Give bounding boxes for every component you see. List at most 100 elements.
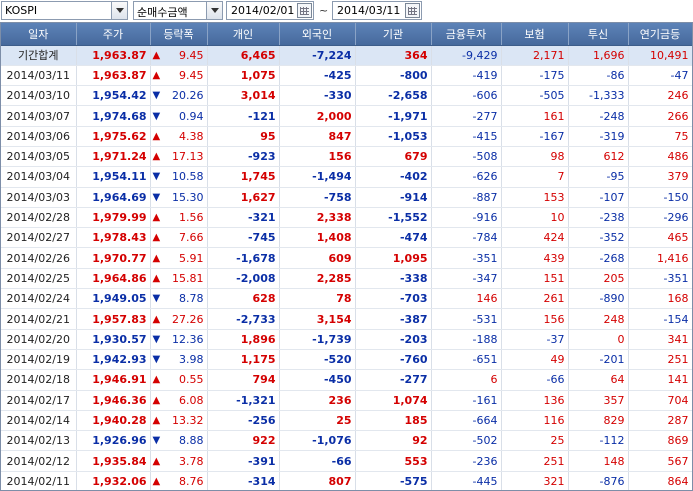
metric-select-value: 순매수금액: [137, 6, 188, 19]
table-row[interactable]: 2014/03/10 1,954.42 ▼ 20.26 3,014 -330 -2,658-…: [1, 85, 692, 107]
pension-cell: 341: [628, 329, 692, 350]
table-row[interactable]: 2014/02/25 1,964.86 ▲ 15.81 -2,008 2,285 -338-…: [1, 268, 692, 290]
date-cell: 2014/03/06: [1, 126, 77, 147]
change-cell: ▲ 5.91: [150, 247, 208, 269]
change-value: 13.32: [172, 413, 204, 427]
individual-cell: 1,075: [207, 65, 280, 87]
calendar-icon[interactable]: [405, 3, 420, 18]
triangle-up-icon: ▲: [152, 455, 161, 467]
change-cell: ▼ 3.98: [150, 349, 208, 371]
table-row[interactable]: 2014/02/21 1,957.83 ▲ 27.26 -2,733 3,154 -387-…: [1, 308, 692, 330]
col-header-foreign[interactable]: 외국인: [279, 23, 356, 46]
col-header-trust[interactable]: 투신: [568, 23, 629, 46]
investor-trading-grid[interactable]: 일자 주가 등락폭 개인 외국인 기관 금융투자 보험 투신 연기금등 기간합계…: [0, 22, 693, 491]
table-row[interactable]: 2014/02/28 1,979.99 ▲ 1.56 -321 2,338 -1,552 -9…: [1, 207, 692, 229]
chevron-down-icon[interactable]: [111, 2, 127, 19]
trust-cell: 148: [568, 450, 629, 472]
foreign-cell: 78: [279, 288, 356, 310]
table-row[interactable]: 2014/02/27 1,978.43 ▲ 7.66 -745 1,408 -474 -784…: [1, 227, 692, 249]
institution-cell: -474: [355, 227, 432, 249]
trust-cell: -95: [568, 166, 629, 188]
change-value: 7.66: [179, 231, 204, 245]
financial-investment-cell: -626: [431, 166, 502, 188]
table-row[interactable]: 2014/03/05 1,971.24 ▲ 17.13 -923 156 679 -508 98…: [1, 146, 692, 168]
col-header-insurance[interactable]: 보험: [501, 23, 569, 46]
foreign-cell: 609: [279, 247, 356, 269]
col-header-individual[interactable]: 개인: [207, 23, 280, 46]
institution-cell: -277: [355, 369, 432, 391]
triangle-up-icon: ▲: [152, 414, 161, 426]
individual-cell: 95: [207, 126, 280, 147]
table-row[interactable]: 2014/03/07 1,974.68 ▼ 0.94 -121 2,000 -1,971 -2…: [1, 105, 692, 127]
col-header-financial-investment[interactable]: 금융투자: [431, 23, 502, 46]
col-header-institution[interactable]: 기관: [355, 23, 432, 46]
table-row[interactable]: 2014/02/12 1,935.84 ▲ 3.78 -391 -66 553 -236 251…: [1, 450, 692, 472]
foreign-cell: -1,076: [279, 430, 356, 452]
table-row[interactable]: 2014/03/06 1,975.62 ▲ 4.38 95 847 -1,053 -415 -1…: [1, 126, 692, 147]
table-row[interactable]: 2014/03/03 1,964.69 ▼ 15.30 1,627 -758 -914 -88…: [1, 187, 692, 208]
price-cell: 1,970.77: [76, 247, 151, 269]
triangle-down-icon: ▼: [152, 110, 161, 122]
financial-investment-cell: 6: [431, 369, 502, 391]
col-header-change[interactable]: 등락폭: [150, 23, 208, 46]
change-cell: ▲ 4.38: [150, 126, 208, 147]
trust-cell: 357: [568, 390, 629, 411]
table-row[interactable]: 2014/02/13 1,926.96 ▼ 8.88 922 -1,076 92 -502 25…: [1, 430, 692, 452]
triangle-up-icon: ▲: [152, 69, 161, 81]
institution-cell: -703: [355, 288, 432, 310]
institution-cell: 679: [355, 146, 432, 168]
metric-select[interactable]: 순매수금액: [133, 1, 223, 20]
start-date-field[interactable]: 2014/02/01: [226, 1, 314, 20]
start-date-value: 2014/02/01: [231, 4, 295, 17]
total-row[interactable]: 기간합계 1,963.87 ▲ 9.45 6,465 -7,224 364 -9,429 2,1…: [1, 45, 692, 66]
table-row[interactable]: 2014/03/04 1,954.11 ▼ 10.58 1,745 -1,494 -402-…: [1, 166, 692, 188]
financial-investment-cell: -419: [431, 65, 502, 87]
price-cell: 1,975.62: [76, 126, 151, 147]
change-value: 12.36: [172, 332, 204, 346]
market-select[interactable]: KOSPI: [1, 1, 128, 20]
trust-cell: -86: [568, 65, 629, 87]
change-cell: ▼ 10.58: [150, 166, 208, 188]
price-cell: 1,935.84: [76, 450, 151, 472]
foreign-cell: 156: [279, 146, 356, 168]
institution-cell: 1,095: [355, 247, 432, 269]
financial-investment-cell: -351: [431, 247, 502, 269]
price-cell: 1,974.68: [76, 105, 151, 127]
col-header-price[interactable]: 주가: [76, 23, 151, 46]
table-row[interactable]: 2014/03/11 1,963.87 ▲ 9.45 1,075 -425 -800 -419…: [1, 65, 692, 87]
calendar-icon[interactable]: [297, 3, 312, 18]
triangle-up-icon: ▲: [152, 475, 161, 487]
end-date-field[interactable]: 2014/03/11: [332, 1, 422, 20]
trust-cell: -352: [568, 227, 629, 249]
end-date-value: 2014/03/11: [337, 4, 401, 17]
trust-cell: -201: [568, 349, 629, 371]
change-cell: ▲ 1.56: [150, 207, 208, 229]
trust-cell: -876: [568, 471, 629, 490]
financial-investment-cell: -606: [431, 85, 502, 107]
institution-cell: -760: [355, 349, 432, 371]
table-row[interactable]: 2014/02/11 1,932.06 ▲ 8.76 -314 807 -575 -445 32…: [1, 471, 692, 490]
col-header-pension[interactable]: 연기금등: [628, 23, 692, 46]
foreign-cell: -450: [279, 369, 356, 391]
table-row[interactable]: 2014/02/26 1,970.77 ▲ 5.91 -1,678 609 1,095 -35…: [1, 247, 692, 269]
insurance-cell: 153: [501, 187, 569, 208]
table-row[interactable]: 2014/02/19 1,942.93 ▼ 3.98 1,175 -520 -760 -651…: [1, 349, 692, 371]
date-cell: 2014/02/12: [1, 450, 77, 472]
institution-cell: -800: [355, 65, 432, 87]
table-row[interactable]: 2014/02/14 1,940.28 ▲ 13.32 -256 25 185 -664 116…: [1, 410, 692, 432]
table-row[interactable]: 2014/02/17 1,946.36 ▲ 6.08 -1,321 236 1,074 -16…: [1, 390, 692, 411]
table-row[interactable]: 2014/02/18 1,946.91 ▲ 0.55 794 -450 -277 6 -66 64…: [1, 369, 692, 391]
chevron-down-icon[interactable]: [206, 2, 222, 19]
foreign-cell: 236: [279, 390, 356, 411]
change-value: 1.56: [179, 211, 204, 225]
col-header-date[interactable]: 일자: [1, 23, 77, 46]
trust-cell: 829: [568, 410, 629, 432]
change-value: 20.26: [172, 89, 204, 103]
insurance-cell: 136: [501, 390, 569, 411]
triangle-up-icon: ▲: [152, 232, 161, 244]
pension-cell: 486: [628, 146, 692, 168]
table-row[interactable]: 2014/02/24 1,949.05 ▼ 8.78 628 78 -703 146 261 -8…: [1, 288, 692, 310]
date-cell: 2014/02/24: [1, 288, 77, 310]
pension-cell: 704: [628, 390, 692, 411]
table-row[interactable]: 2014/02/20 1,930.57 ▼ 12.36 1,896 -1,739 -203-…: [1, 329, 692, 350]
